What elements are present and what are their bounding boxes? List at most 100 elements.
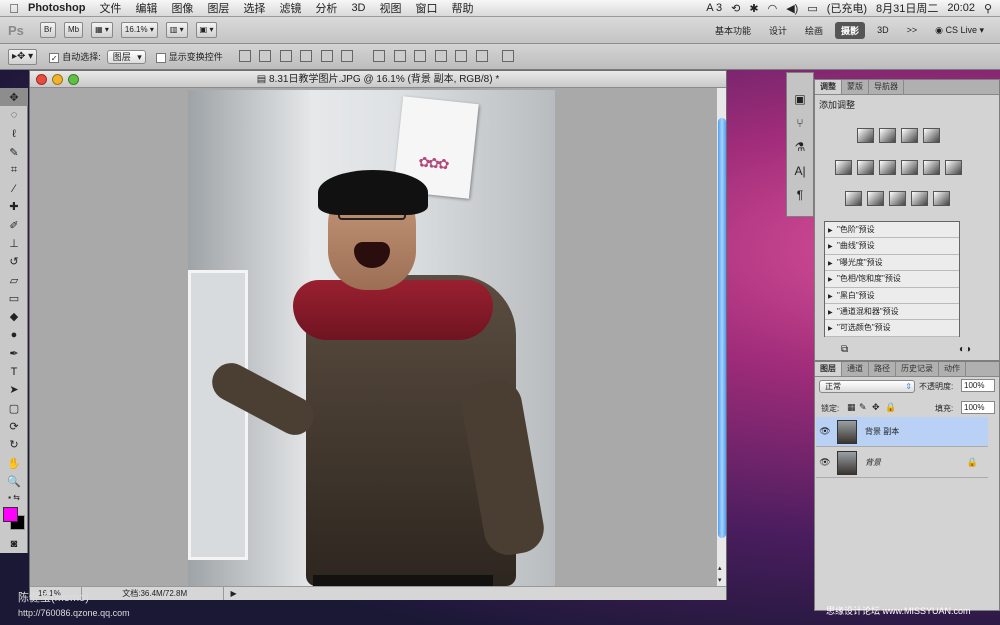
document-title-bar[interactable]: ▤ 8.31日教学图片.JPG @ 16.1% (背景 副本, RGB/8) * [30, 71, 726, 88]
menu-edit[interactable]: 编辑 [135, 0, 157, 16]
menu-layer[interactable]: 图层 [207, 0, 229, 16]
arrange-documents-button[interactable]: ▥ ▾ [165, 22, 188, 38]
preset-selective-color[interactable]: ▶ "可选颜色"预设 [825, 320, 959, 337]
distribute-vcenter-icon[interactable] [393, 49, 406, 62]
align-top-icon[interactable] [238, 49, 251, 62]
preset-exposure[interactable]: ▶ "曝光度"预设 [825, 254, 959, 272]
preset-levels[interactable]: ▶ "色阶"预设 [825, 222, 959, 239]
bluetooth-icon[interactable]: ✱ [749, 2, 758, 15]
spotlight-icon[interactable]: ⚲ [984, 2, 992, 15]
align-vcenter-icon[interactable] [259, 49, 272, 62]
levels-icon[interactable] [879, 128, 896, 143]
color-balance-icon[interactable] [879, 160, 896, 175]
opacity-field[interactable]: 100% [961, 379, 995, 392]
clip-to-layer-icon[interactable]: ⧉ [841, 344, 848, 355]
workspace-design[interactable]: 设计 [763, 22, 793, 39]
history-brush-tool-icon[interactable]: ↺ [0, 253, 28, 271]
menu-3d[interactable]: 3D [351, 2, 365, 14]
zoom-tool-icon[interactable]: 🔍 [0, 472, 28, 490]
battery-icon[interactable]: ▭ [807, 2, 817, 15]
pen-tool-icon[interactable]: ✒ [0, 344, 28, 362]
scroll-down-icon[interactable]: ▾ [718, 576, 722, 584]
tab-paths[interactable]: 路径 [869, 362, 896, 376]
preset-curves[interactable]: ▶ "曲线"预设 [825, 238, 959, 255]
distribute-left-icon[interactable] [434, 49, 447, 62]
move-tool-icon[interactable]: ✥ [0, 88, 28, 107]
distribute-top-icon[interactable] [373, 49, 386, 62]
brightness-contrast-icon[interactable] [857, 128, 874, 143]
screen-mode-button[interactable]: ▣ ▾ [195, 22, 218, 38]
hand-tool-icon[interactable]: ✋ [0, 454, 28, 472]
auto-align-icon[interactable] [502, 49, 515, 62]
lock-position-icon[interactable]: ✥ [872, 402, 880, 413]
tab-actions[interactable]: 动作 [939, 362, 966, 376]
vertical-scrollbar[interactable]: ▴ ▾ [716, 88, 726, 586]
lock-image-icon[interactable]: ✎ [859, 402, 867, 413]
dodge-tool-icon[interactable]: ● [0, 326, 28, 344]
volume-icon[interactable]: ◀) [786, 2, 798, 15]
bridge-button[interactable]: Br [40, 22, 56, 38]
preset-black-white[interactable]: ▶ "黑白"预设 [825, 287, 959, 304]
swap-colors-icon[interactable]: ▪ ⇆ [0, 491, 28, 505]
crop-tool-icon[interactable]: ⌗ [0, 161, 28, 179]
distribute-bottom-icon[interactable] [414, 49, 427, 62]
mini-bridge-button[interactable]: Mb [64, 22, 84, 38]
minimize-window-icon[interactable] [52, 74, 63, 85]
view-extras-button[interactable]: ▦ ▾ [91, 22, 113, 38]
type-tool-icon[interactable]: T [0, 362, 28, 380]
tab-layers[interactable]: 图层 [815, 362, 842, 376]
threshold-icon[interactable] [889, 191, 906, 206]
time-machine-icon[interactable]: ⟲ [731, 2, 740, 15]
tab-channels[interactable]: 通道 [842, 362, 869, 376]
curves-icon[interactable] [901, 128, 918, 143]
workspace-painting[interactable]: 绘画 [799, 22, 829, 39]
blur-tool-icon[interactable]: ◆ [0, 308, 28, 326]
brush-tool-icon[interactable]: ✐ [0, 216, 28, 234]
show-transform-checkbox[interactable] [155, 52, 166, 63]
blend-mode-select[interactable]: 正常 ⇕ [819, 380, 915, 393]
gradient-map-icon[interactable] [911, 191, 928, 206]
more-workspaces-button[interactable]: >> [901, 23, 924, 37]
gradient-tool-icon[interactable]: ▭ [0, 289, 28, 307]
eraser-tool-icon[interactable]: ▱ [0, 271, 28, 289]
posterize-icon[interactable] [867, 191, 884, 206]
menu-filter[interactable]: 滤镜 [279, 0, 301, 16]
align-bottom-icon[interactable] [279, 49, 292, 62]
adobe-status-icon[interactable]: A 3 [706, 2, 722, 14]
menu-image[interactable]: 图像 [171, 0, 193, 16]
shape-tool-icon[interactable]: ▢ [0, 399, 28, 417]
canvas-area[interactable]: ✿✿✿ [30, 88, 716, 586]
auto-select-checkbox[interactable]: ✓ [49, 52, 60, 63]
workspace-3d[interactable]: 3D [871, 23, 895, 37]
eye-icon[interactable]: 👁 [816, 457, 834, 468]
auto-select-target-select[interactable]: 图层 [106, 49, 146, 64]
menu-help[interactable]: 帮助 [452, 0, 474, 16]
quick-mask-icon[interactable]: ◙ [0, 535, 28, 553]
clone-stamp-tool-icon[interactable]: ⊥ [0, 234, 28, 252]
tab-history[interactable]: 历史记录 [896, 362, 939, 376]
distribute-hcenter-icon[interactable] [455, 49, 468, 62]
canvas-photo[interactable]: ✿✿✿ [188, 90, 555, 586]
path-selection-tool-icon[interactable]: ➤ [0, 381, 28, 399]
paragraph-panel-icon[interactable]: ¶ [787, 183, 813, 207]
history-panel-icon[interactable]: ⑂ [787, 111, 813, 135]
tab-navigator[interactable]: 导航器 [869, 80, 904, 94]
lock-all-icon[interactable]: 🔒 [885, 402, 896, 413]
zoom-level-select[interactable]: 16.1% ▾ [120, 22, 158, 38]
distribute-right-icon[interactable] [475, 49, 488, 62]
clone-source-panel-icon[interactable]: ⚗ [787, 135, 813, 159]
mask-options-icon[interactable]: ◐◑ [959, 344, 971, 355]
exposure-icon[interactable] [923, 128, 940, 143]
mini-bridge-panel-icon[interactable]: ▣ [787, 87, 813, 111]
close-window-icon[interactable] [36, 74, 47, 85]
app-menu[interactable]: Photoshop [28, 2, 85, 14]
healing-brush-tool-icon[interactable]: ✚ [0, 198, 28, 216]
time-display[interactable]: 20:02 [947, 2, 975, 14]
align-left-icon[interactable] [300, 49, 313, 62]
menu-file[interactable]: 文件 [99, 0, 121, 16]
layer-row-background[interactable]: 👁 背景 🔒 [816, 448, 988, 478]
3d-rotate-tool-icon[interactable]: ⟳ [0, 417, 28, 435]
vibrance-icon[interactable] [835, 160, 852, 175]
foreground-color-swatch[interactable] [3, 506, 18, 522]
lasso-tool-icon[interactable]: ℓ [0, 125, 28, 143]
